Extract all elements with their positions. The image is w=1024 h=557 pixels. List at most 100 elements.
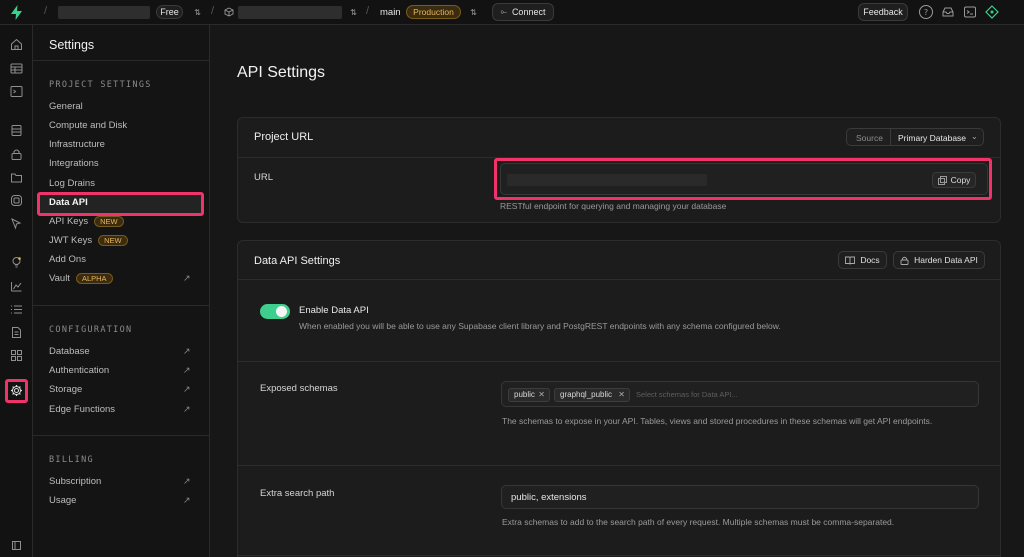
harden-data-api-button[interactable]: Harden Data API — [893, 251, 985, 269]
divider — [33, 435, 209, 436]
chevron-updown-icon[interactable]: ⇅ — [193, 6, 202, 18]
sidebar-item-database[interactable]: Database — [49, 344, 90, 360]
inbox-icon[interactable] — [941, 5, 955, 19]
integrations-grid-icon[interactable] — [10, 349, 23, 362]
book-icon — [845, 256, 856, 265]
sidebar-item-jwt-keys[interactable]: JWT Keys NEW — [49, 233, 128, 249]
divider — [890, 129, 891, 145]
sidebar-item-api-keys[interactable]: API Keys NEW — [49, 214, 124, 230]
new-badge: NEW — [94, 215, 124, 227]
feedback-button[interactable]: Feedback — [858, 3, 908, 21]
section-heading: CONFIGURATION — [49, 325, 133, 335]
docs-button[interactable]: Docs — [838, 251, 887, 269]
terminal-icon[interactable] — [963, 5, 977, 19]
sql-editor-icon[interactable] — [10, 85, 23, 98]
external-link-icon: ↗ — [183, 496, 191, 506]
url-help-text: RESTful endpoint for querying and managi… — [500, 201, 727, 211]
sidebar-item-storage[interactable]: Storage — [49, 382, 82, 398]
enable-data-api-label: Enable Data API — [299, 305, 369, 316]
table-editor-icon[interactable] — [10, 62, 23, 75]
schema-chip-graphql-public: graphql_public ✕ — [554, 388, 630, 402]
breadcrumb-separator: / — [44, 5, 48, 17]
divider — [33, 305, 209, 306]
chevron-down-icon: ⌄ — [971, 132, 978, 141]
divider — [238, 361, 1000, 362]
breadcrumb-separator: / — [366, 5, 370, 17]
sidebar-item-authentication[interactable]: Authentication — [49, 363, 109, 379]
exposed-schemas-label: Exposed schemas — [260, 383, 338, 394]
icon-rail — [0, 25, 33, 557]
database-icon[interactable] — [10, 124, 23, 137]
remove-icon[interactable]: ✕ — [618, 389, 625, 401]
logs-list-icon[interactable] — [10, 303, 23, 316]
supabase-logo-icon[interactable] — [10, 5, 23, 20]
sidebar-item-infrastructure[interactable]: Infrastructure — [49, 137, 105, 153]
sidebar-item-data-api[interactable]: Data API — [49, 195, 88, 211]
exposed-schemas-select[interactable]: public ✕ graphql_public ✕ Select schemas… — [501, 381, 979, 407]
environment-badge: Production — [406, 5, 461, 19]
assistant-icon[interactable] — [985, 5, 999, 19]
divider — [238, 279, 1000, 280]
collapse-sidebar-icon[interactable] — [12, 541, 21, 550]
project-box-icon — [224, 7, 234, 17]
external-link-icon: ↗ — [183, 385, 191, 395]
sidebar-title: Settings — [49, 38, 95, 52]
search-path-input[interactable]: public, extensions — [501, 485, 979, 509]
page-title: API Settings — [237, 64, 326, 81]
sidebar-item-log-drains[interactable]: Log Drains — [49, 176, 95, 192]
external-link-icon: ↗ — [183, 366, 191, 376]
auth-lock-icon[interactable] — [10, 148, 23, 161]
source-value: Primary Database — [898, 133, 967, 143]
chevron-updown-icon[interactable]: ⇅ — [349, 6, 358, 18]
search-path-label: Extra search path — [260, 488, 335, 499]
divider — [238, 465, 1000, 466]
edge-functions-icon[interactable] — [10, 194, 23, 207]
search-path-help: Extra schemas to add to the search path … — [502, 517, 895, 527]
external-link-icon: ↗ — [183, 477, 191, 487]
schema-chip-public: public ✕ — [508, 388, 550, 402]
chevron-updown-icon[interactable]: ⇅ — [469, 6, 478, 18]
data-api-settings-card: Data API Settings Docs Harden Data API E… — [237, 240, 1001, 557]
exposed-schemas-help: The schemas to expose in your API. Table… — [502, 416, 933, 426]
enable-data-api-toggle[interactable] — [260, 304, 290, 319]
schemas-placeholder: Select schemas for Data API... — [636, 390, 738, 399]
divider — [238, 555, 1000, 556]
alpha-badge: ALPHA — [75, 272, 113, 284]
harden-label: Harden Data API — [914, 255, 978, 265]
source-selector[interactable]: Source Primary Database ⌄ — [846, 128, 984, 146]
realtime-cursor-icon[interactable] — [10, 217, 23, 230]
sidebar-item-edge-functions[interactable]: Edge Functions — [49, 402, 115, 418]
connect-button[interactable]: ⟜ Connect — [492, 3, 554, 21]
card-title: Project URL — [254, 131, 314, 143]
main-content: API Settings Project URL Source Primary … — [210, 25, 1024, 557]
project-name-redacted[interactable] — [238, 6, 342, 19]
external-link-icon: ↗ — [183, 274, 191, 284]
enable-data-api-description: When enabled you will be able to use any… — [299, 321, 781, 331]
section-heading: BILLING — [49, 455, 94, 465]
sidebar-item-general[interactable]: General — [49, 99, 83, 115]
home-icon[interactable] — [10, 38, 23, 51]
external-link-icon: ↗ — [183, 405, 191, 415]
org-name-redacted[interactable] — [58, 6, 150, 19]
sidebar-item-label: API Keys — [49, 216, 89, 227]
sidebar-item-usage[interactable]: Usage — [49, 493, 76, 509]
top-bar: / Free ⇅ / ⇅ / main Production ⇅ ⟜ Conne… — [0, 0, 1024, 25]
sidebar-item-vault[interactable]: Vault ALPHA — [49, 271, 113, 287]
branch-name[interactable]: main — [380, 7, 401, 18]
schema-chip-label: public — [514, 390, 535, 399]
sidebar-item-subscription[interactable]: Subscription — [49, 474, 101, 490]
advisors-lightbulb-icon[interactable] — [10, 256, 23, 269]
storage-folder-icon[interactable] — [10, 171, 23, 184]
sidebar-item-compute-disk[interactable]: Compute and Disk — [49, 118, 127, 134]
reports-chart-icon[interactable] — [10, 280, 23, 293]
api-docs-icon[interactable] — [10, 326, 23, 339]
url-highlight-box — [494, 158, 992, 200]
sidebar-item-integrations[interactable]: Integrations — [49, 156, 99, 172]
plug-icon: ⟜ — [500, 7, 507, 16]
help-icon[interactable]: ? — [919, 5, 933, 19]
divider — [33, 60, 209, 61]
settings-gear-icon[interactable] — [10, 384, 23, 397]
sidebar-item-add-ons[interactable]: Add Ons — [49, 252, 86, 268]
source-label: Source — [856, 133, 883, 143]
remove-icon[interactable]: ✕ — [538, 389, 545, 401]
